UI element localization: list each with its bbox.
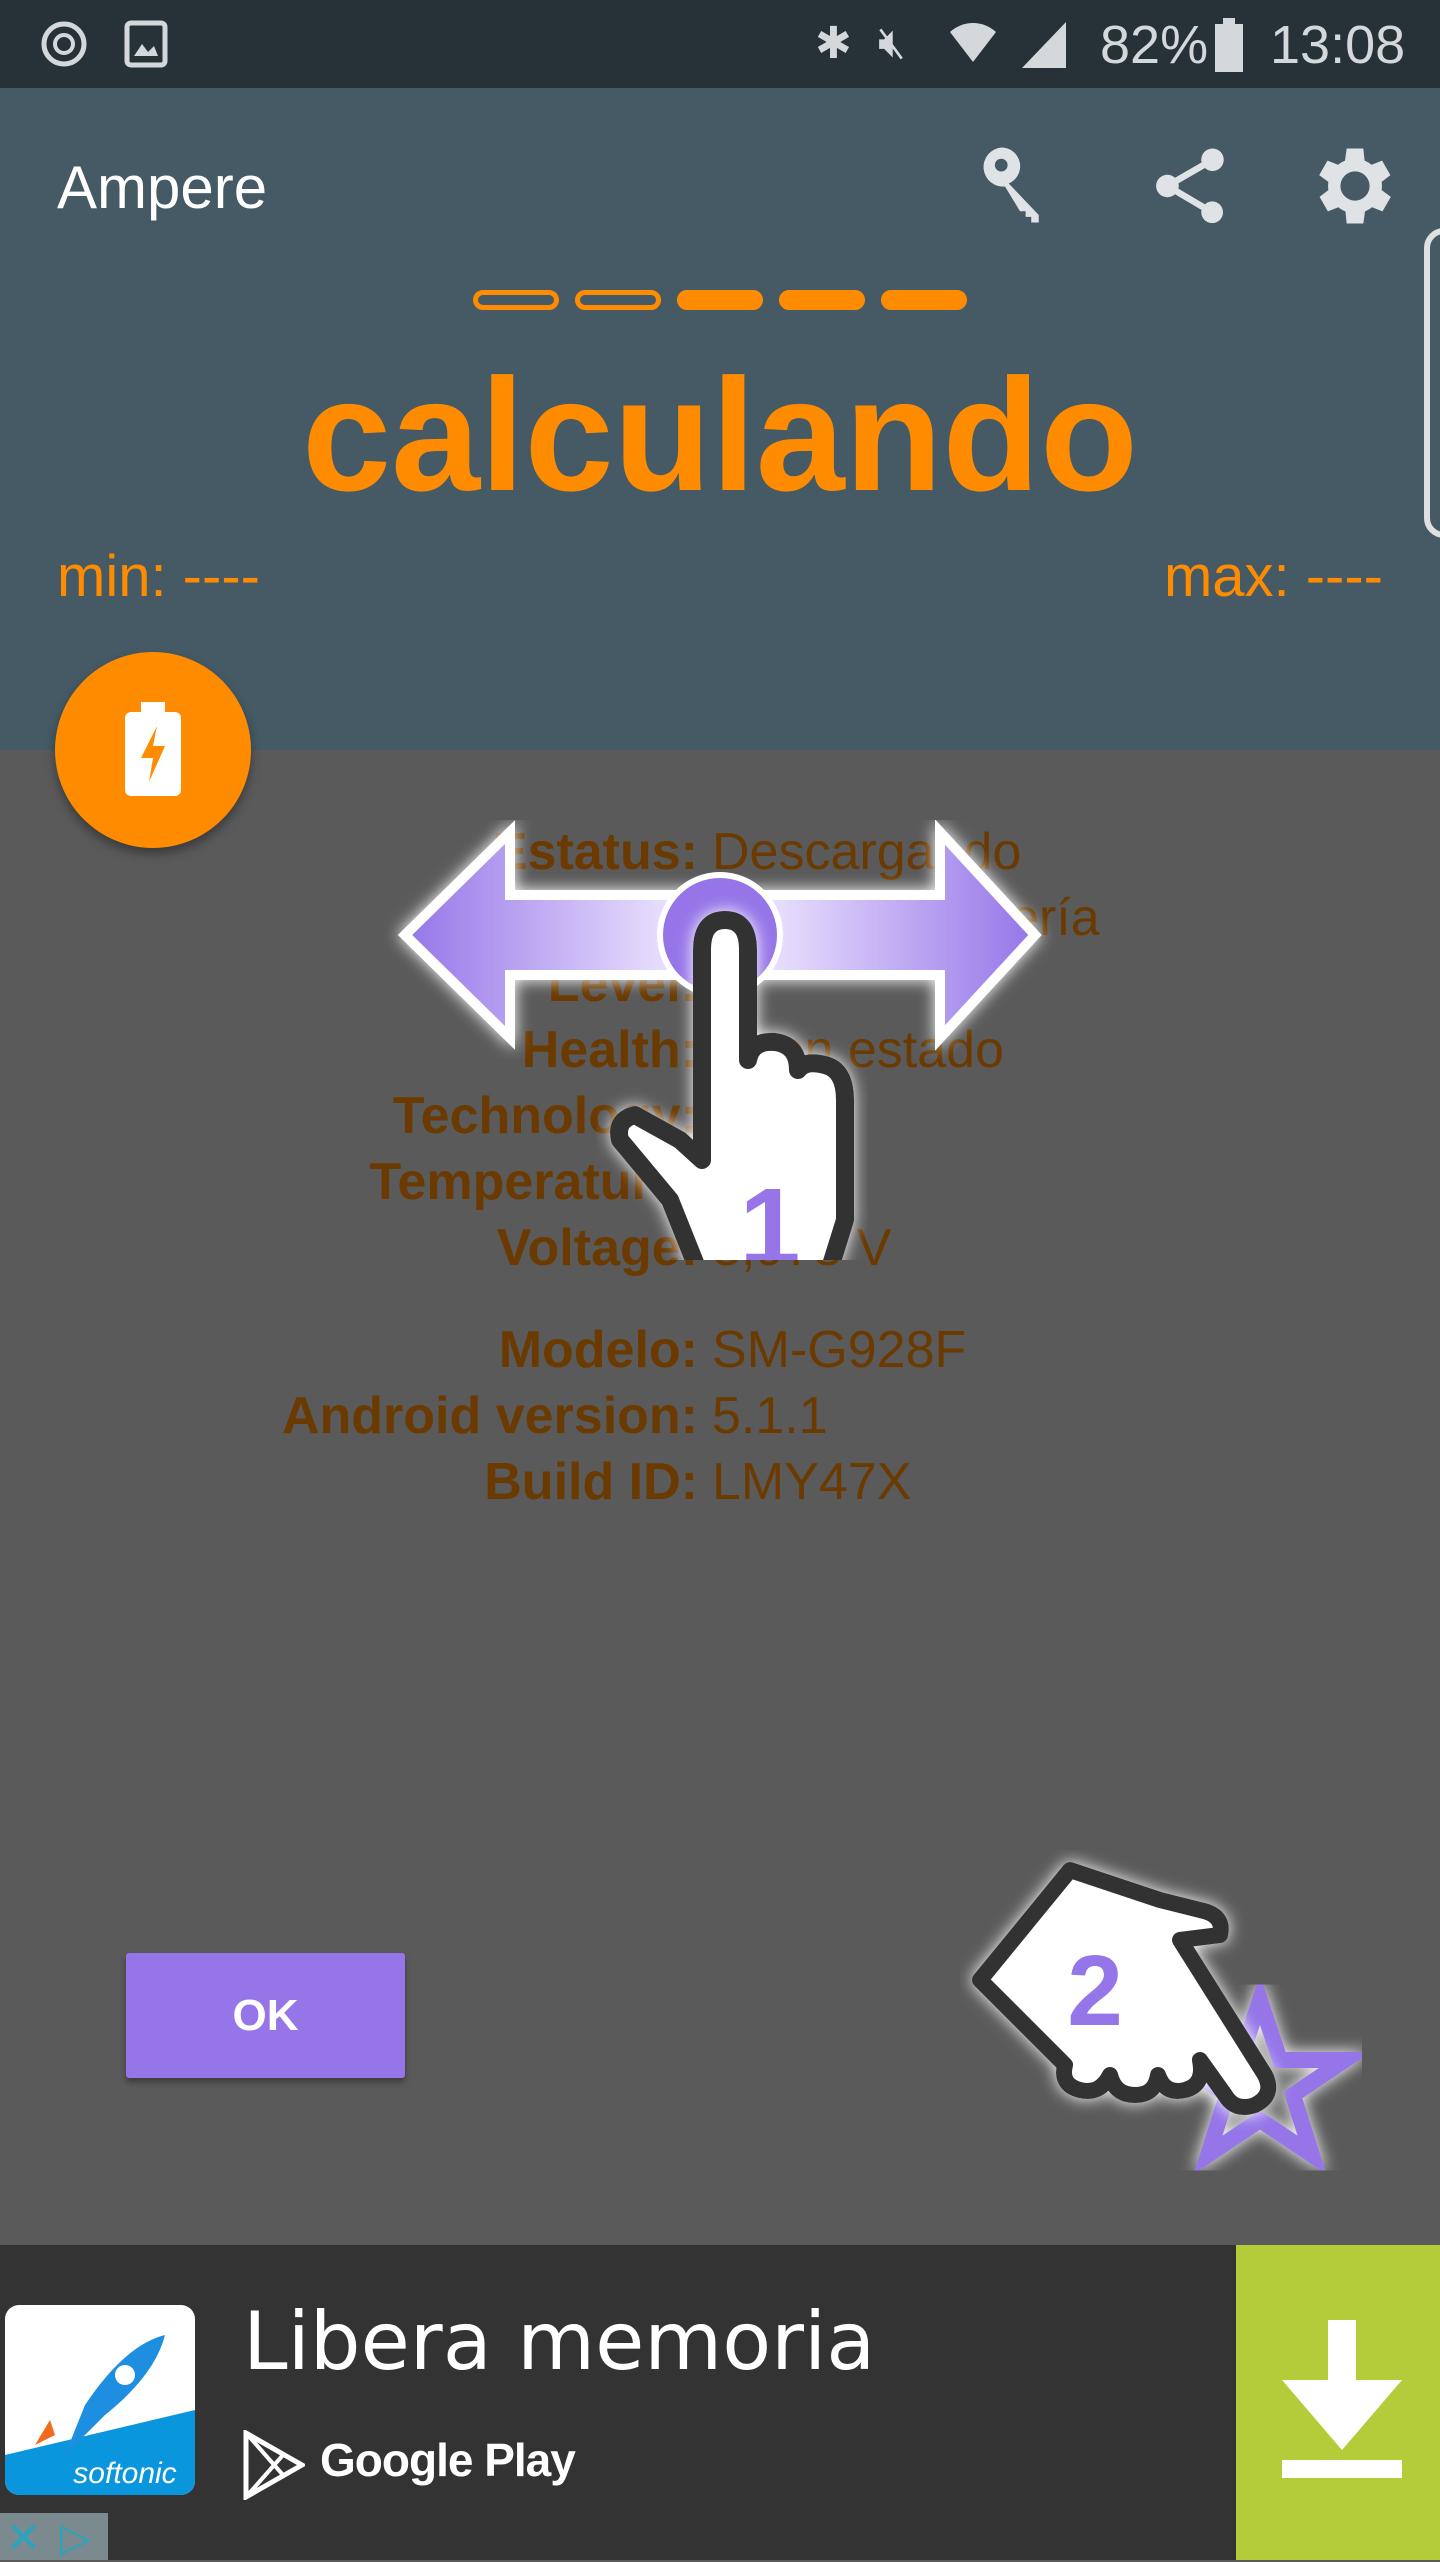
step-number: 2 bbox=[1067, 1935, 1123, 2047]
swipe-tutorial: 1 bbox=[397, 820, 1042, 1260]
segment bbox=[881, 290, 967, 310]
segment bbox=[575, 290, 661, 310]
ok-button[interactable]: OK bbox=[126, 1953, 405, 2078]
status-bar: ✱ 🔇︎ 82% 13:08 bbox=[0, 0, 1440, 88]
device-row: Modelo: SM-G928F bbox=[0, 1320, 1440, 1380]
info-label: Android version: bbox=[281, 1387, 698, 1445]
current-reading: calculando bbox=[302, 345, 1138, 524]
battery-fab[interactable] bbox=[55, 652, 251, 848]
segment bbox=[677, 290, 763, 310]
softonic-app-icon[interactable]: softonic bbox=[5, 2305, 195, 2495]
ad-info-icon[interactable]: ▷ bbox=[60, 2515, 91, 2561]
key-icon[interactable] bbox=[975, 140, 1065, 230]
min-reading: min: ---- bbox=[57, 544, 260, 609]
battery-icon bbox=[1215, 18, 1243, 72]
info-value: LMY47X bbox=[712, 1453, 912, 1511]
image-icon bbox=[124, 20, 168, 68]
share-icon[interactable] bbox=[1145, 136, 1235, 236]
ad-choices[interactable]: ✕ ▷ bbox=[0, 2513, 108, 2562]
store-label: Google Play bbox=[320, 2434, 576, 2486]
rate-tutorial: 2 bbox=[972, 1862, 1372, 2175]
info-label: Build ID: bbox=[484, 1453, 698, 1511]
close-ad-icon[interactable]: ✕ bbox=[6, 2513, 41, 2562]
bluetooth-icon: ✱ bbox=[815, 19, 852, 68]
drawer-handle[interactable] bbox=[1424, 228, 1440, 538]
google-play-icon bbox=[243, 2430, 305, 2500]
brand-logo-text: softonic bbox=[73, 2457, 176, 2490]
info-label: Modelo: bbox=[498, 1321, 698, 1379]
segment bbox=[473, 290, 559, 310]
step-number: 1 bbox=[739, 1166, 800, 1260]
app-bar: Ampere calculando min: ---- max: ---- bbox=[0, 88, 1440, 750]
download-icon bbox=[1282, 2320, 1402, 2478]
device-row: Android version: 5.1.1 bbox=[0, 1386, 1440, 1446]
ad-title[interactable]: Libera memoria bbox=[243, 2295, 875, 2388]
info-value: 5.1.1 bbox=[712, 1387, 828, 1445]
device-row: Build ID: LMY47X bbox=[0, 1452, 1440, 1512]
wifi-icon bbox=[950, 23, 996, 62]
download-button[interactable] bbox=[1236, 2245, 1440, 2560]
clock: 13:08 bbox=[1270, 15, 1406, 75]
mute-icon: 🔇︎ bbox=[878, 18, 906, 67]
gear-icon[interactable] bbox=[1305, 136, 1405, 236]
segment bbox=[779, 290, 865, 310]
battery-charging-icon bbox=[125, 702, 181, 796]
info-value: SM-G928F bbox=[712, 1321, 967, 1379]
signal-icon bbox=[1022, 22, 1066, 68]
sync-icon bbox=[41, 21, 87, 67]
hand-pointer-icon bbox=[972, 1862, 1277, 2115]
app-title: Ampere bbox=[57, 154, 268, 221]
battery-percent: 82% bbox=[1100, 15, 1209, 75]
max-reading: max: ---- bbox=[1163, 544, 1383, 609]
ad-banner[interactable]: softonic Libera memoria Google Play ✕ ▷ bbox=[0, 2245, 1440, 2562]
rocket-icon: softonic bbox=[5, 2335, 195, 2495]
